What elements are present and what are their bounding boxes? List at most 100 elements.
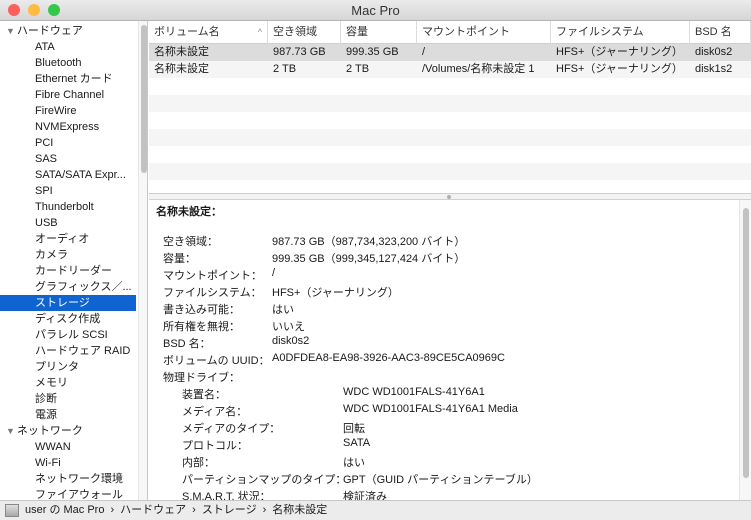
column-header[interactable]: ボリューム名 ^: [149, 21, 268, 44]
scrollbar-thumb[interactable]: [141, 25, 147, 173]
field-label: 書き込み可能：: [163, 304, 240, 316]
table-cell: 999.35 GB: [346, 46, 399, 58]
column-header[interactable]: マウントポイント: [417, 21, 551, 44]
title-bar: Mac Pro: [0, 0, 751, 21]
drive-field-label: メディア名：: [182, 406, 248, 418]
minimize-button[interactable]: [28, 4, 40, 16]
window-title: Mac Pro: [351, 3, 400, 18]
breadcrumb-item[interactable]: ストレージ: [202, 504, 257, 516]
sidebar-item[interactable]: ATA: [0, 39, 136, 55]
table-cell: 2 TB: [346, 63, 370, 75]
sidebar-item[interactable]: FireWire: [0, 103, 136, 119]
sidebar-item[interactable]: カメラ: [0, 247, 136, 263]
sidebar-item[interactable]: メモリ: [0, 375, 136, 391]
empty-row: [149, 146, 751, 163]
empty-row: [149, 163, 751, 180]
field-label: 所有権を無視：: [163, 321, 240, 333]
divider-handle[interactable]: [447, 195, 451, 199]
sidebar-item[interactable]: WWAN: [0, 439, 136, 455]
sidebar-item[interactable]: Thunderbolt: [0, 199, 136, 215]
field-value: HFS+（ジャーナリング）: [272, 287, 399, 299]
sidebar-group-label: ネットワーク: [16, 425, 83, 437]
field-label: BSD 名：: [163, 338, 211, 350]
table-cell: HFS+（ジャーナリング）: [556, 46, 683, 58]
drive-field-value: 検証済み: [343, 491, 387, 500]
drive-field-value: 回転: [343, 423, 365, 435]
sidebar-item[interactable]: Wi-Fi: [0, 455, 136, 471]
sidebar-item[interactable]: ハードウェア RAID: [0, 343, 136, 359]
sidebar-item[interactable]: PCI: [0, 135, 136, 151]
empty-row: [149, 78, 751, 95]
sidebar-item[interactable]: SAS: [0, 151, 136, 167]
table-cell: 2 TB: [273, 63, 297, 75]
empty-row: [149, 112, 751, 129]
close-button[interactable]: [8, 4, 20, 16]
sidebar-item[interactable]: Fibre Channel: [0, 87, 136, 103]
field-value: 999.35 GB（999,345,127,424 バイト）: [272, 253, 466, 265]
field-value: はい: [272, 304, 294, 316]
sidebar-item[interactable]: オーディオ: [0, 231, 136, 247]
sidebar-item[interactable]: ディスク作成: [0, 311, 136, 327]
sidebar-item[interactable]: ネットワーク環境: [0, 471, 136, 487]
breadcrumb-separator-icon: ›: [192, 504, 196, 516]
sidebar-item[interactable]: パラレル SCSI: [0, 327, 136, 343]
sidebar-item[interactable]: NVMExpress: [0, 119, 136, 135]
sidebar-item[interactable]: Ethernet カード: [0, 71, 136, 87]
table-cell: disk0s2: [695, 46, 733, 58]
table-cell: 987.73 GB: [273, 46, 326, 58]
drive-field-label: パーティションマップのタイプ：: [182, 474, 347, 486]
sidebar-item[interactable]: USB: [0, 215, 136, 231]
disclosure-triangle-icon[interactable]: ▼: [6, 426, 15, 436]
table-row[interactable]: 名称未設定 987.73 GB 999.35 GB / HFS+（ジャーナリング） dis…: [149, 44, 751, 61]
breadcrumb-item[interactable]: ハードウェア: [120, 504, 186, 516]
field-label: 物理ドライブ：: [163, 372, 240, 384]
breadcrumb-item[interactable]: 名称未設定: [272, 504, 327, 516]
sidebar-group-0[interactable]: ▼ ハードウェア: [0, 23, 136, 39]
field-label: マウントポイント：: [163, 270, 262, 282]
sidebar-item[interactable]: カードリーダー: [0, 263, 136, 279]
column-header[interactable]: 容量: [341, 21, 417, 44]
computer-icon: [5, 504, 19, 517]
sidebar-item[interactable]: プリンタ: [0, 359, 136, 375]
scrollbar-thumb[interactable]: [743, 208, 749, 478]
sidebar-item[interactable]: 電源: [0, 407, 136, 423]
disclosure-triangle-icon[interactable]: ▼: [6, 26, 15, 36]
field-value: A0DFDEA8-EA98-3926-AAC3-89CE5CA0969C: [272, 352, 505, 364]
breadcrumb-item[interactable]: user の Mac Pro: [25, 504, 104, 516]
sort-ascending-icon[interactable]: ^: [258, 21, 262, 44]
sidebar-group-1[interactable]: ▼ ネットワーク: [0, 423, 136, 439]
column-header-label: 容量: [346, 26, 368, 38]
column-header-label: ボリューム名: [154, 26, 220, 38]
field-value: /: [272, 267, 276, 279]
field-label: ファイルシステム：: [163, 287, 262, 299]
empty-row: [149, 129, 751, 146]
table-cell: /: [422, 46, 426, 58]
sidebar-item[interactable]: SPI: [0, 183, 136, 199]
split-view-divider[interactable]: [149, 193, 751, 200]
drive-field-value: SATA: [343, 437, 371, 449]
column-header-label: 空き領域: [273, 26, 317, 38]
sidebar-item[interactable]: ストレージ: [0, 295, 136, 311]
drive-field-value: はい: [343, 457, 365, 469]
sidebar-item[interactable]: 診断: [0, 391, 136, 407]
drive-field-value: WDC WD1001FALS-41Y6A1 Media: [343, 403, 518, 415]
field-value: disk0s2: [272, 335, 310, 347]
column-header[interactable]: 空き領域: [268, 21, 341, 44]
sidebar-item[interactable]: SATA/SATA Expr...: [0, 167, 136, 183]
drive-field-label: プロトコル：: [182, 440, 248, 452]
column-header-label: BSD 名: [695, 26, 732, 38]
sidebar-item[interactable]: ファイアウォール: [0, 487, 136, 500]
column-header[interactable]: BSD 名: [690, 21, 751, 44]
column-header[interactable]: ファイルシステム: [551, 21, 690, 44]
table-row[interactable]: 名称未設定 2 TB 2 TB/Volumes/名称未設定 1 HFS+（ジャーナリン…: [149, 61, 751, 78]
volume-table: ボリューム名 ^ 空き領域 容量 マウントポイント ファイルシステム BSD 名 名称未設定…: [149, 21, 751, 197]
status-bar: user の Mac Pro › ハードウェア › ストレージ › 名称未設定: [0, 500, 751, 520]
sidebar-scrollbar[interactable]: [138, 21, 147, 500]
detail-pane: 名称未設定： 空き領域： 987.73 GB（987,734,323,200 バイ…: [149, 200, 751, 500]
field-value: 987.73 GB（987,734,323,200 バイト）: [272, 236, 466, 248]
sidebar-item[interactable]: グラフィックス／...: [0, 279, 136, 295]
zoom-button[interactable]: [48, 4, 60, 16]
detail-scrollbar[interactable]: [739, 200, 751, 500]
sidebar-item[interactable]: Bluetooth: [0, 55, 136, 71]
empty-row: [149, 95, 751, 112]
